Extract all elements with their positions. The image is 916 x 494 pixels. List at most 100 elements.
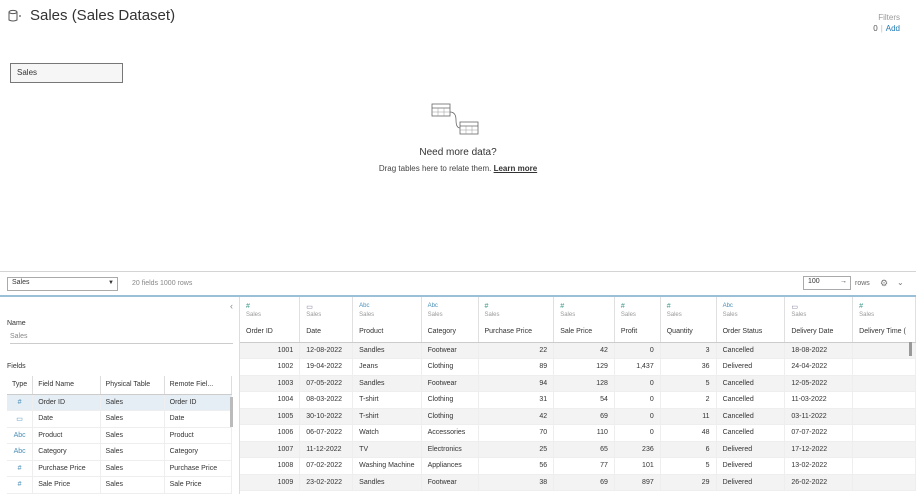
table-cell bbox=[852, 474, 916, 491]
field-row[interactable]: ▭ Date Sales Date bbox=[7, 410, 233, 428]
table-select-value: Sales bbox=[12, 279, 30, 286]
fields-col-remote-field[interactable]: Remote Fiel... bbox=[164, 376, 233, 395]
table-cell: 11-03-2022 bbox=[784, 391, 854, 409]
field-type-icon: # bbox=[7, 476, 34, 494]
table-cell: Clothing bbox=[421, 358, 479, 376]
fields-col-physical-table[interactable]: Physical Table bbox=[100, 376, 165, 395]
caret-down-icon: ▼ bbox=[108, 280, 114, 286]
number-type-icon[interactable]: # bbox=[485, 303, 548, 312]
fields-col-field-name[interactable]: Field Name bbox=[32, 376, 101, 395]
column-header[interactable]: # Sales Profit bbox=[614, 297, 661, 343]
column-header[interactable]: # Sales Purchase Price bbox=[478, 297, 555, 343]
table-cell: 18-08-2022 bbox=[784, 342, 854, 359]
field-row[interactable]: Abc Category Sales Category bbox=[7, 443, 233, 461]
table-cell bbox=[852, 375, 916, 392]
table-cell: 11-12-2022 bbox=[299, 441, 354, 458]
field-row[interactable]: # Sale Price Sales Sale Price bbox=[7, 476, 233, 494]
collapse-panel-icon[interactable]: ‹ bbox=[230, 301, 233, 311]
table-cell: Cancelled bbox=[716, 342, 786, 359]
canvas-table-sales[interactable]: Sales bbox=[10, 63, 123, 83]
column-name: Delivery Time ( bbox=[859, 328, 906, 335]
filters-separator: | bbox=[880, 24, 883, 33]
datasource-title[interactable]: Sales (Sales Dataset) bbox=[30, 7, 175, 24]
column-header[interactable]: ▭ Sales Delivery Date bbox=[784, 297, 854, 343]
column-header[interactable]: # Sales Order ID bbox=[240, 297, 301, 343]
field-name[interactable]: Purchase Price bbox=[32, 460, 101, 477]
table-cell: 129 bbox=[553, 358, 615, 376]
table-row: 1004 08-03-2022 T-shirt Clothing 31 54 0 2 Cance… bbox=[240, 391, 916, 409]
table-cell: Clothing bbox=[421, 391, 479, 409]
table-row: 1009 23-02-2022 Sandles Footwear 38 69 897 29 De… bbox=[240, 474, 916, 491]
date-type-icon[interactable]: ▭ bbox=[791, 303, 846, 312]
table-cell: 1009 bbox=[240, 474, 301, 491]
learn-more-link[interactable]: Learn more bbox=[494, 164, 538, 173]
filters-add-link[interactable]: Add bbox=[886, 24, 900, 33]
field-type-icon: # bbox=[7, 460, 34, 477]
datasource-icon[interactable] bbox=[8, 9, 22, 23]
column-header[interactable]: # Sales Delivery Time ( bbox=[852, 297, 916, 343]
number-type-icon[interactable]: # bbox=[859, 303, 909, 312]
number-type-icon[interactable]: # bbox=[621, 303, 654, 312]
field-remote-name: Product bbox=[164, 427, 233, 444]
column-source: Sales bbox=[484, 312, 500, 318]
field-name[interactable]: Sale Price bbox=[32, 476, 101, 494]
string-type-icon[interactable]: Abc bbox=[723, 303, 779, 312]
name-field[interactable]: Sales bbox=[10, 333, 233, 344]
field-name[interactable]: Date bbox=[32, 410, 101, 428]
table-cell: 69 bbox=[553, 408, 615, 425]
column-header[interactable]: Abc Sales Product bbox=[352, 297, 422, 343]
table-cell: Watch bbox=[352, 424, 422, 442]
column-name: Quantity bbox=[666, 328, 693, 335]
table-cell: 0 bbox=[614, 424, 661, 442]
table-cell: 89 bbox=[478, 358, 555, 376]
gear-icon[interactable]: ⚙ bbox=[880, 278, 888, 289]
field-row[interactable]: # Order ID Sales Order ID bbox=[7, 394, 233, 411]
table-cell: 1008 bbox=[240, 457, 301, 475]
fields-col-type[interactable]: Type bbox=[7, 376, 34, 395]
rows-label: rows bbox=[855, 280, 870, 287]
column-header[interactable]: # Sales Sale Price bbox=[553, 297, 615, 343]
table-cell: T-shirt bbox=[352, 391, 422, 409]
field-name[interactable]: Order ID bbox=[32, 394, 101, 411]
string-type-icon[interactable]: Abc bbox=[428, 303, 472, 312]
table-cell: 1003 bbox=[240, 375, 301, 392]
field-row[interactable]: # Purchase Price Sales Purchase Price bbox=[7, 460, 233, 477]
date-type-icon[interactable]: ▭ bbox=[306, 303, 346, 312]
field-row[interactable]: Abc Product Sales Product bbox=[7, 427, 233, 444]
number-type-icon[interactable]: # bbox=[560, 303, 608, 312]
fields-scrollbar[interactable] bbox=[230, 397, 233, 427]
field-physical-table: Sales bbox=[100, 427, 165, 444]
table-cell: Footwear bbox=[421, 474, 479, 491]
apply-arrow-icon[interactable]: → bbox=[840, 278, 847, 285]
rows-count-input[interactable]: 100 → bbox=[803, 276, 851, 290]
column-header[interactable]: Abc Sales Category bbox=[421, 297, 479, 343]
column-header[interactable]: Abc Sales Order Status bbox=[716, 297, 786, 343]
table-cell: 56 bbox=[478, 457, 555, 475]
table-cell: 25 bbox=[478, 441, 555, 458]
column-source: Sales bbox=[560, 312, 576, 318]
field-type-icon: Abc bbox=[7, 443, 34, 461]
chevron-down-icon[interactable]: ⌄ bbox=[897, 278, 904, 287]
string-type-icon[interactable]: Abc bbox=[359, 303, 414, 312]
number-type-icon[interactable]: # bbox=[246, 303, 293, 312]
column-header[interactable]: # Sales Quantity bbox=[660, 297, 717, 343]
table-cell: 2 bbox=[660, 391, 717, 409]
field-type-icon: Abc bbox=[7, 427, 34, 444]
field-name[interactable]: Product bbox=[32, 427, 101, 444]
table-row: 1008 07-02-2022 Washing Machine Appliances 5… bbox=[240, 457, 916, 475]
need-more-subtitle: Drag tables here to relate them. Learn m… bbox=[0, 164, 916, 173]
column-header[interactable]: ▭ Sales Date bbox=[299, 297, 354, 343]
field-remote-name: Purchase Price bbox=[164, 460, 233, 477]
number-type-icon[interactable]: # bbox=[667, 303, 710, 312]
table-select[interactable]: Sales ▼ bbox=[7, 277, 118, 291]
grid-scrollbar[interactable] bbox=[909, 342, 912, 356]
table-cell: 42 bbox=[478, 408, 555, 425]
table-cell bbox=[852, 358, 916, 376]
table-row: 1006 06-07-2022 Watch Accessories 70 110 0 48 Ca… bbox=[240, 424, 916, 442]
field-name[interactable]: Category bbox=[32, 443, 101, 461]
table-cell: Delivered bbox=[716, 358, 786, 376]
table-cell: 06-07-2022 bbox=[299, 424, 354, 442]
table-cell: Footwear bbox=[421, 342, 479, 359]
table-cell: 08-03-2022 bbox=[299, 391, 354, 409]
table-cell: 5 bbox=[660, 375, 717, 392]
